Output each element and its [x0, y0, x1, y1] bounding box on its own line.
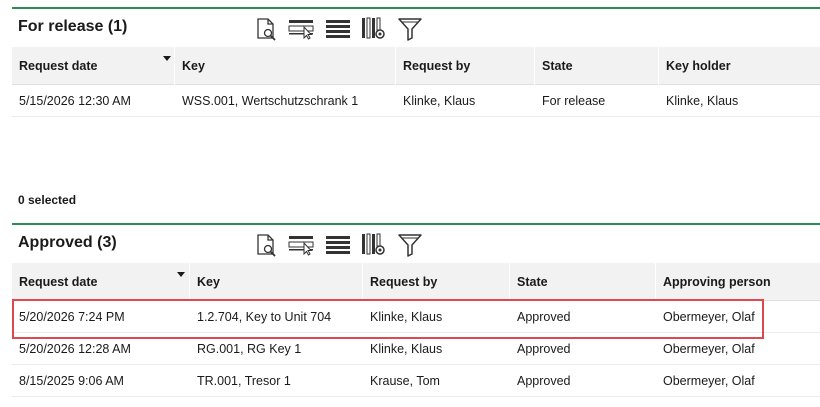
filter-icon[interactable]: [394, 15, 426, 43]
cell-request-by: Klinke, Klaus: [370, 342, 443, 356]
cell-key-holder: Klinke, Klaus: [666, 94, 739, 108]
column-label: Key holder: [666, 59, 731, 73]
release-panel-title: For release (1): [18, 18, 128, 35]
cell-request-by: Krause, Tom: [370, 374, 440, 388]
cell-key: 1.2.704, Key to Unit 704: [197, 310, 332, 324]
table-row[interactable]: 5/15/2026 12:30 AM WSS.001, Wertschutzsc…: [12, 85, 820, 117]
cell-key: WSS.001, Wertschutzschrank 1: [182, 94, 359, 108]
cell-state: Approved: [517, 342, 571, 356]
column-label: Request by: [370, 275, 438, 289]
cell-state: For release: [542, 94, 606, 108]
column-label: Request date: [19, 275, 98, 289]
cell-approving-person: Obermeyer, Olaf: [663, 342, 755, 356]
list-rows-icon[interactable]: [322, 15, 354, 43]
release-title-row: For release (1): [12, 9, 820, 47]
cell-key: TR.001, Tresor 1: [197, 374, 291, 388]
column-header-state[interactable]: State: [535, 47, 659, 85]
table-row[interactable]: 5/20/2026 7:24 PM 1.2.704, Key to Unit 7…: [12, 301, 820, 333]
release-panel: For release (1) Request date Key Request…: [12, 7, 820, 117]
approved-toolbar: [250, 231, 430, 259]
column-header-request-by[interactable]: Request by: [363, 263, 510, 301]
cell-request-date: 8/15/2025 9:06 AM: [19, 374, 124, 388]
cell-state: Approved: [517, 374, 571, 388]
approved-panel-title: Approved (3): [18, 234, 117, 251]
column-header-key[interactable]: Key: [175, 47, 396, 85]
cell-request-by: Klinke, Klaus: [403, 94, 476, 108]
table-row[interactable]: 5/20/2026 12:28 AM RG.001, RG Key 1 Klin…: [12, 333, 820, 365]
selection-count: 0 selected: [18, 193, 77, 207]
table-row[interactable]: 8/15/2025 9:06 AM TR.001, Tresor 1 Kraus…: [12, 365, 820, 397]
column-header-state[interactable]: State: [510, 263, 656, 301]
filter-icon[interactable]: [394, 231, 426, 259]
column-header-approving-person[interactable]: Approving person: [656, 263, 820, 301]
cell-state: Approved: [517, 310, 571, 324]
column-header-key-holder[interactable]: Key holder: [659, 47, 820, 85]
column-label: Key: [182, 59, 205, 73]
row-select-icon[interactable]: [286, 231, 318, 259]
column-label: State: [542, 59, 573, 73]
document-search-icon[interactable]: [250, 15, 282, 43]
cell-request-date: 5/20/2026 7:24 PM: [19, 310, 125, 324]
column-header-request-by[interactable]: Request by: [396, 47, 535, 85]
document-search-icon[interactable]: [250, 231, 282, 259]
column-label: Key: [197, 275, 220, 289]
column-label: Request by: [403, 59, 471, 73]
column-settings-icon[interactable]: [358, 231, 390, 259]
column-label: Approving person: [663, 275, 771, 289]
release-grid-header: Request date Key Request by State Key ho…: [12, 47, 820, 85]
cell-approving-person: Obermeyer, Olaf: [663, 374, 755, 388]
cell-key: RG.001, RG Key 1: [197, 342, 302, 356]
sort-descending-icon: [177, 272, 185, 277]
column-label: Request date: [19, 59, 98, 73]
cell-request-by: Klinke, Klaus: [370, 310, 443, 324]
column-label: State: [517, 275, 548, 289]
row-select-icon[interactable]: [286, 15, 318, 43]
column-header-request-date[interactable]: Request date: [12, 263, 190, 301]
cell-request-date: 5/15/2026 12:30 AM: [19, 94, 131, 108]
release-toolbar: [250, 15, 430, 43]
column-settings-icon[interactable]: [358, 15, 390, 43]
list-rows-icon[interactable]: [322, 231, 354, 259]
approved-panel: Approved (3) Request date Key Request by…: [12, 223, 820, 397]
sort-descending-icon: [163, 56, 171, 61]
approved-title-row: Approved (3): [12, 225, 820, 263]
cell-approving-person: Obermeyer, Olaf: [663, 310, 755, 324]
approved-grid-header: Request date Key Request by State Approv…: [12, 263, 820, 301]
column-header-request-date[interactable]: Request date: [12, 47, 175, 85]
cell-request-date: 5/20/2026 12:28 AM: [19, 342, 131, 356]
column-header-key[interactable]: Key: [190, 263, 363, 301]
